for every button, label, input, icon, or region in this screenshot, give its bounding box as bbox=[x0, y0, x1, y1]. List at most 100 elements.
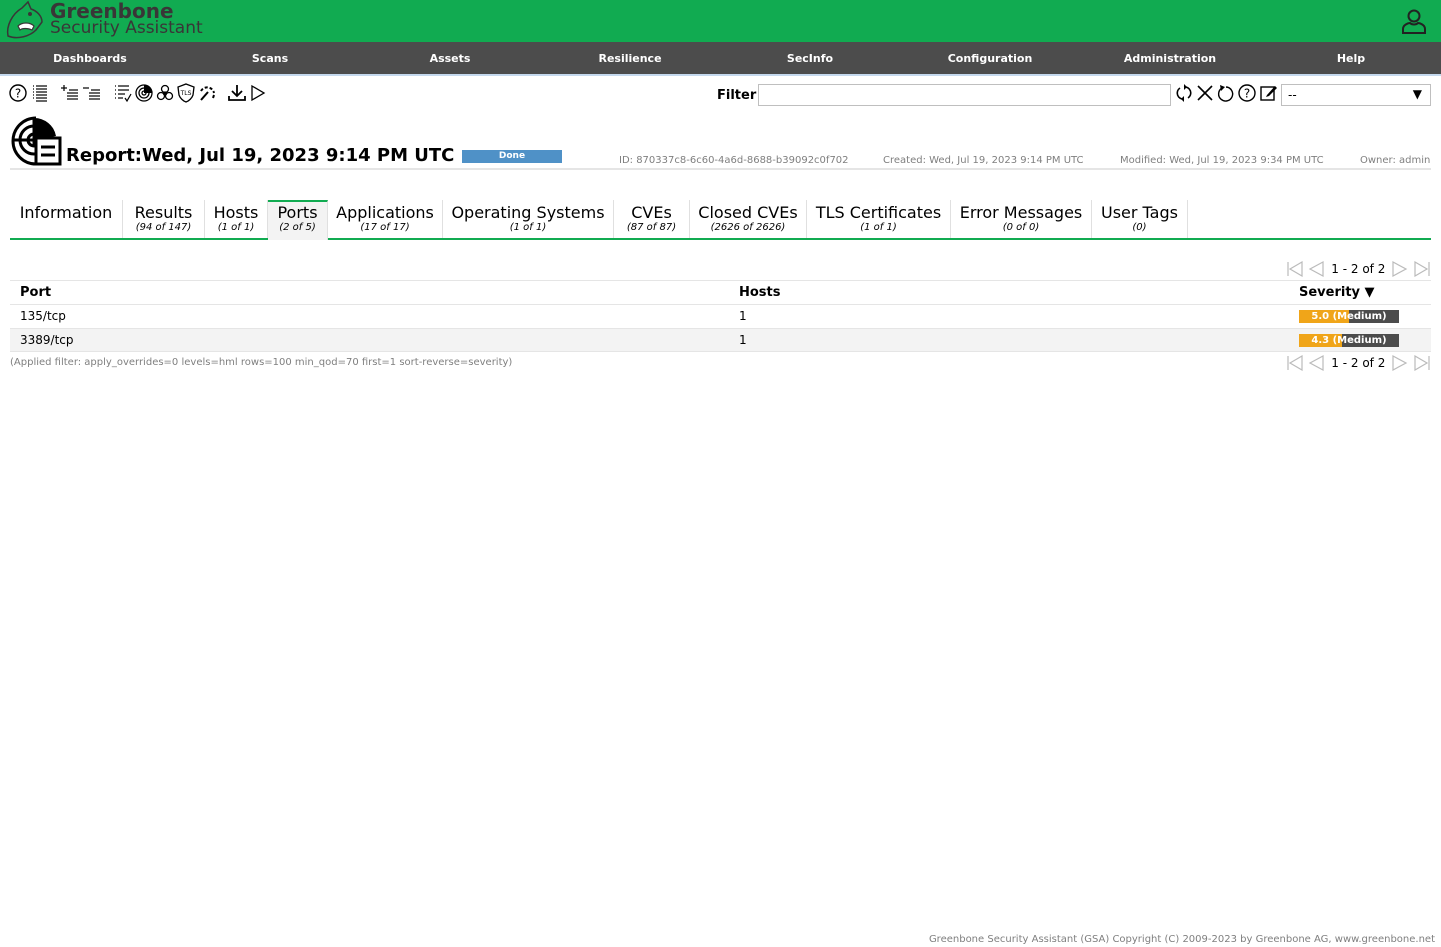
start-icon[interactable] bbox=[248, 83, 268, 103]
filter-select[interactable]: -- ▼ bbox=[1281, 84, 1431, 106]
first-page-icon[interactable] bbox=[1286, 261, 1304, 277]
menu-assets[interactable]: Assets bbox=[360, 42, 540, 76]
filter-input[interactable] bbox=[758, 84, 1171, 106]
hosts-cell: 1 bbox=[739, 333, 747, 347]
table-row: 135/tcp 1 5.0 (Medium) bbox=[10, 304, 1431, 328]
report-created: Created: Wed, Jul 19, 2023 9:14 PM UTC bbox=[883, 155, 1084, 166]
ports-table: Port Hosts Severity ▼ 135/tcp 1 5.0 (Med… bbox=[10, 280, 1431, 352]
tab-count: (2626 of 2626) bbox=[710, 222, 786, 233]
report-modified: Modified: Wed, Jul 19, 2023 9:34 PM UTC bbox=[1120, 155, 1324, 166]
table-row: 3389/tcp 1 4.3 (Medium) bbox=[10, 328, 1431, 352]
tab-count: (0) bbox=[1132, 222, 1147, 233]
menu-secinfo[interactable]: SecInfo bbox=[720, 42, 900, 76]
column-header-hosts[interactable]: Hosts bbox=[739, 281, 781, 304]
severity-label: 4.3 (Medium) bbox=[1311, 335, 1387, 346]
tab-count: (87 of 87) bbox=[626, 222, 677, 233]
tab-operating-systems[interactable]: Operating Systems (1 of 1) bbox=[443, 200, 614, 238]
performance-icon[interactable] bbox=[197, 83, 217, 103]
previous-page-icon[interactable] bbox=[1307, 355, 1325, 371]
tab-label: Information bbox=[19, 203, 113, 222]
pagination-text: 1 - 2 of 2 bbox=[1331, 356, 1386, 370]
add-to-assets-icon[interactable] bbox=[60, 83, 80, 103]
tab-label: TLS Certificates bbox=[815, 203, 942, 222]
tab-count: (1 of 1) bbox=[509, 222, 547, 233]
edit-filter-icon[interactable] bbox=[1258, 83, 1278, 103]
svg-text:?: ? bbox=[1244, 87, 1250, 101]
tab-ports[interactable]: Ports (2 of 5) bbox=[268, 200, 328, 240]
download-icon[interactable] bbox=[227, 83, 247, 103]
tab-label: Ports bbox=[277, 203, 318, 222]
next-page-icon[interactable] bbox=[1391, 261, 1409, 277]
top-bar: Greenbone Security Assistant bbox=[0, 0, 1441, 42]
pagination-bottom: 1 - 2 of 2 bbox=[1286, 355, 1431, 373]
svg-text:?: ? bbox=[15, 87, 21, 101]
results-list-icon[interactable] bbox=[113, 83, 133, 103]
footer-copyright: Greenbone Security Assistant (GSA) Copyr… bbox=[928, 934, 1435, 945]
tab-user-tags[interactable]: User Tags (0) bbox=[1092, 200, 1188, 238]
first-page-icon[interactable] bbox=[1286, 355, 1304, 371]
tab-count: (2 of 5) bbox=[279, 222, 316, 233]
clear-filter-icon[interactable] bbox=[1195, 83, 1215, 103]
tab-information[interactable]: Information bbox=[10, 200, 123, 238]
severity-bar: 4.3 (Medium) bbox=[1299, 334, 1399, 347]
reset-filter-icon[interactable] bbox=[1216, 83, 1236, 103]
menu-resilience[interactable]: Resilience bbox=[540, 42, 720, 76]
severity-label: 5.0 (Medium) bbox=[1311, 311, 1387, 322]
tab-closed-cves[interactable]: Closed CVEs (2626 of 2626) bbox=[690, 200, 807, 238]
status-badge: Done bbox=[462, 150, 562, 163]
report-owner: Owner: admin bbox=[1360, 155, 1431, 166]
list-icon[interactable] bbox=[30, 83, 50, 103]
tab-label: Error Messages bbox=[959, 203, 1083, 222]
column-header-port[interactable]: Port bbox=[20, 281, 51, 304]
tab-error-messages[interactable]: Error Messages (0 of 0) bbox=[951, 200, 1092, 238]
tab-hosts[interactable]: Hosts (1 of 1) bbox=[205, 200, 268, 238]
next-page-icon[interactable] bbox=[1391, 355, 1409, 371]
tab-count: (0 of 0) bbox=[1002, 222, 1040, 233]
menu-help[interactable]: Help bbox=[1261, 42, 1441, 76]
chevron-down-icon: ▼ bbox=[1412, 87, 1422, 101]
tab-label: Results bbox=[134, 203, 193, 222]
tab-count: (1 of 1) bbox=[217, 222, 255, 233]
greenbone-logo-icon[interactable] bbox=[4, 0, 48, 42]
port-cell: 3389/tcp bbox=[20, 333, 74, 347]
tab-tls-certificates[interactable]: TLS Certificates (1 of 1) bbox=[807, 200, 951, 238]
svg-text:TLS: TLS bbox=[180, 90, 192, 97]
tab-cves[interactable]: CVEs (87 of 87) bbox=[614, 200, 690, 238]
remove-from-assets-icon[interactable] bbox=[82, 83, 102, 103]
tab-results[interactable]: Results (94 of 147) bbox=[123, 200, 205, 238]
help-icon[interactable]: ? bbox=[8, 83, 28, 103]
scan-icon[interactable] bbox=[134, 83, 154, 103]
toolbar: ? TLS Filter ? -- ▼ bbox=[0, 80, 1441, 110]
menu-scans[interactable]: Scans bbox=[180, 42, 360, 76]
tab-count: (1 of 1) bbox=[860, 222, 897, 233]
hosts-cell: 1 bbox=[739, 309, 747, 323]
tab-applications[interactable]: Applications (17 of 17) bbox=[328, 200, 443, 238]
pagination-top: 1 - 2 of 2 bbox=[1286, 261, 1431, 279]
menu-dashboards[interactable]: Dashboards bbox=[0, 42, 180, 76]
report-id: ID: 870337c8-6c60-4a6d-8688-b39092c0f702 bbox=[619, 155, 849, 166]
report-icon bbox=[11, 116, 62, 166]
user-menu-icon[interactable] bbox=[1401, 8, 1427, 34]
menu-configuration[interactable]: Configuration bbox=[900, 42, 1080, 76]
tab-label: Applications bbox=[336, 203, 434, 222]
column-header-severity[interactable]: Severity ▼ bbox=[1299, 281, 1375, 304]
filter-help-icon[interactable]: ? bbox=[1237, 83, 1257, 103]
previous-page-icon[interactable] bbox=[1307, 261, 1325, 277]
last-page-icon[interactable] bbox=[1413, 355, 1431, 371]
tab-label: CVEs bbox=[631, 203, 672, 222]
menu-administration[interactable]: Administration bbox=[1080, 42, 1260, 76]
main-menu: Dashboards Scans Assets Resilience SecIn… bbox=[0, 42, 1441, 76]
pagination-text: 1 - 2 of 2 bbox=[1331, 262, 1386, 276]
refresh-icon[interactable] bbox=[1174, 83, 1194, 103]
tls-icon[interactable]: TLS bbox=[176, 83, 196, 103]
biohazard-icon[interactable] bbox=[155, 83, 175, 103]
report-tabs: Information Results (94 of 147) Hosts (1… bbox=[10, 200, 1431, 240]
tab-count: (17 of 17) bbox=[360, 222, 410, 233]
port-cell: 135/tcp bbox=[20, 309, 66, 323]
page-title: Report:Wed, Jul 19, 2023 9:14 PM UTC bbox=[66, 145, 455, 166]
filter-label: Filter bbox=[717, 88, 757, 103]
tab-label: User Tags bbox=[1101, 203, 1178, 222]
last-page-icon[interactable] bbox=[1413, 261, 1431, 277]
brand-line2: Security Assistant bbox=[50, 18, 203, 38]
table-header: Port Hosts Severity ▼ bbox=[10, 280, 1431, 304]
